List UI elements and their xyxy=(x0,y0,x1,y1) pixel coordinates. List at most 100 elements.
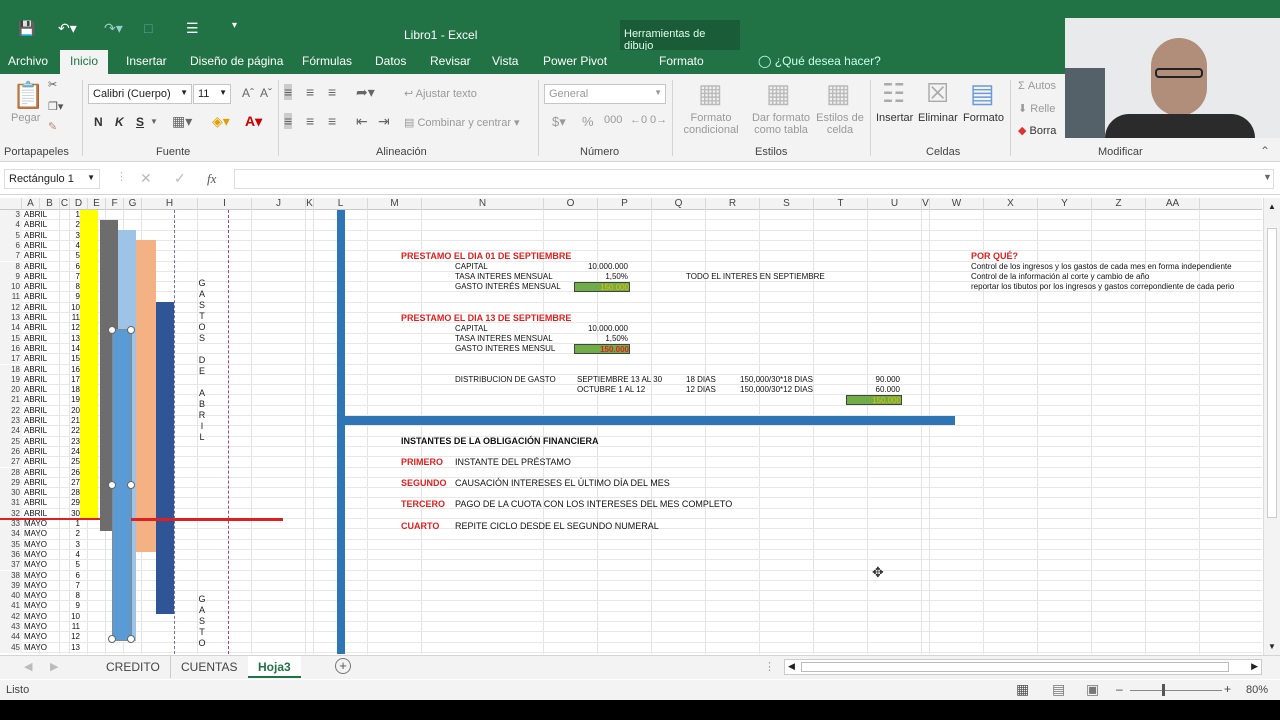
row-header[interactable]: 44 xyxy=(0,632,22,643)
resize-handle[interactable] xyxy=(108,326,116,334)
paste-label[interactable]: Pegar xyxy=(11,112,40,124)
column-header-q[interactable]: Q xyxy=(652,198,706,210)
fill-button[interactable]: ⬇ Relle xyxy=(1018,102,1055,115)
yellow-bar-shape[interactable] xyxy=(80,210,98,518)
conditional-format-label[interactable]: Formato condicional xyxy=(680,112,742,136)
sheet-tab-hoja3[interactable]: Hoja3 xyxy=(248,656,301,678)
row-header[interactable]: 7 xyxy=(0,251,22,262)
row-header[interactable]: 41 xyxy=(0,601,22,612)
tab-revisar[interactable]: Revisar xyxy=(430,54,471,68)
currency-icon[interactable]: $▾ xyxy=(552,114,566,130)
row-header[interactable]: 3 xyxy=(0,210,22,221)
page-break-icon[interactable]: ▣ xyxy=(1086,681,1099,698)
row-header[interactable]: 12 xyxy=(0,302,22,313)
enter-icon[interactable]: ✓ xyxy=(174,170,186,187)
font-color-icon[interactable]: A▾ xyxy=(245,113,262,130)
insert-cells-label[interactable]: Insertar xyxy=(876,112,913,124)
row-header[interactable]: 24 xyxy=(0,426,22,437)
orange-bar-shape[interactable] xyxy=(136,240,156,552)
italic-button[interactable]: K xyxy=(115,115,124,129)
row-header[interactable]: 38 xyxy=(0,570,22,581)
cell-styles-icon[interactable]: ▦ xyxy=(826,78,851,109)
paste-icon[interactable]: 📋 xyxy=(12,80,44,111)
row-header[interactable]: 30 xyxy=(0,488,22,499)
table-format-icon[interactable]: ▦ xyxy=(766,78,791,109)
row-header[interactable]: 8 xyxy=(0,261,22,272)
expand-formula-icon[interactable]: ▼ xyxy=(1263,172,1272,182)
column-header-g[interactable]: G xyxy=(124,198,142,210)
column-header-e[interactable]: E xyxy=(88,198,106,210)
font-name-select[interactable]: Calibri (Cuerpo) ▼ xyxy=(88,84,192,104)
column-header-l[interactable]: L xyxy=(314,198,368,210)
column-header-t[interactable]: T xyxy=(814,198,868,210)
scrollbar-thumb[interactable] xyxy=(1267,228,1277,518)
decrease-decimal-icon[interactable]: 0→ xyxy=(650,114,667,126)
column-header-s[interactable]: S xyxy=(760,198,814,210)
grow-font-icon[interactable]: Aˆ xyxy=(242,86,254,100)
conditional-format-icon[interactable]: ▦ xyxy=(698,78,723,109)
column-header-z[interactable]: Z xyxy=(1092,198,1146,210)
row-header[interactable]: 5 xyxy=(0,230,22,241)
menu-icon[interactable]: ☰ xyxy=(186,20,199,37)
zoom-in-icon[interactable]: + xyxy=(1224,682,1231,696)
align-middle-icon[interactable]: ≡ xyxy=(306,84,314,100)
row-header[interactable]: 35 xyxy=(0,539,22,550)
align-left-icon[interactable]: ≡ xyxy=(284,113,293,129)
row-header[interactable]: 29 xyxy=(0,477,22,489)
column-header-d[interactable]: D xyxy=(70,198,88,210)
next-sheet-icon[interactable]: ▶ xyxy=(50,660,58,673)
name-box[interactable]: Rectángulo 1 ▼ xyxy=(4,169,100,189)
blue-horizontal-bar-shape[interactable] xyxy=(337,416,955,425)
clear-button[interactable]: ◆ Borra xyxy=(1018,124,1056,137)
sheet-tab-cuentas[interactable]: CUENTAS xyxy=(170,656,247,678)
page-layout-icon[interactable]: ▤ xyxy=(1052,681,1065,698)
prev-sheet-icon[interactable]: ◀ xyxy=(24,660,32,673)
formula-input[interactable] xyxy=(234,169,1274,189)
save-icon[interactable]: 💾 xyxy=(18,20,35,37)
column-header-o[interactable]: O xyxy=(544,198,598,210)
row-header[interactable]: 17 xyxy=(0,354,22,365)
horizontal-scrollbar[interactable]: ◀ ▶ xyxy=(784,659,1262,675)
shrink-font-icon[interactable]: Aˇ xyxy=(260,86,272,100)
format-painter-icon[interactable]: ✎ xyxy=(48,120,57,133)
resize-handle[interactable] xyxy=(127,635,135,643)
column-header-p[interactable]: P xyxy=(598,198,652,210)
h-scrollbar-thumb[interactable] xyxy=(801,662,1229,672)
undo-icon[interactable]: ↶▾ xyxy=(58,20,77,37)
row-header[interactable]: 15 xyxy=(0,333,22,344)
redo-icon[interactable]: ↷▾ xyxy=(104,20,123,37)
row-header[interactable]: 36 xyxy=(0,549,22,561)
merge-center-button[interactable]: ▤ Combinar y centrar ▾ xyxy=(404,116,520,129)
scroll-left-icon[interactable]: ◀ xyxy=(788,661,795,672)
orientation-icon[interactable]: ➦▾ xyxy=(356,84,375,101)
format-cells-label[interactable]: Formato xyxy=(963,112,1004,124)
column-header-aa[interactable]: AA xyxy=(1146,198,1200,210)
column-header-j[interactable]: J xyxy=(252,198,306,210)
align-top-icon[interactable]: ≡ xyxy=(284,84,293,100)
row-header[interactable]: 40 xyxy=(0,591,22,602)
row-header[interactable]: 18 xyxy=(0,364,22,375)
scroll-up-icon[interactable]: ▲ xyxy=(1268,202,1276,211)
borders-icon[interactable]: ▦▾ xyxy=(172,113,192,130)
row-header[interactable]: 45 xyxy=(0,642,22,653)
tab-datos[interactable]: Datos xyxy=(375,54,406,68)
row-header[interactable]: 42 xyxy=(0,611,22,622)
format-cells-icon[interactable]: ▤ xyxy=(970,78,995,109)
row-header[interactable]: 26 xyxy=(0,446,22,458)
increase-decimal-icon[interactable]: ←0 xyxy=(630,114,647,126)
function-icon[interactable]: fx xyxy=(207,171,216,187)
scroll-right-icon[interactable]: ▶ xyxy=(1251,661,1258,672)
column-header-f[interactable]: F xyxy=(106,198,124,210)
tab-power-pivot[interactable]: Power Pivot xyxy=(543,54,607,68)
row-header[interactable]: 6 xyxy=(0,240,22,252)
row-header[interactable]: 13 xyxy=(0,313,22,324)
column-header-b[interactable]: B xyxy=(40,198,60,210)
row-header[interactable]: 4 xyxy=(0,220,22,231)
column-header-a[interactable]: A xyxy=(22,198,40,210)
tab-insertar[interactable]: Insertar xyxy=(126,54,167,68)
row-header[interactable]: 27 xyxy=(0,457,22,468)
row-header[interactable]: 31 xyxy=(0,498,22,509)
column-header-h[interactable]: H xyxy=(142,198,198,210)
column-header-c[interactable]: C xyxy=(60,198,70,210)
resize-handle[interactable] xyxy=(127,481,135,489)
